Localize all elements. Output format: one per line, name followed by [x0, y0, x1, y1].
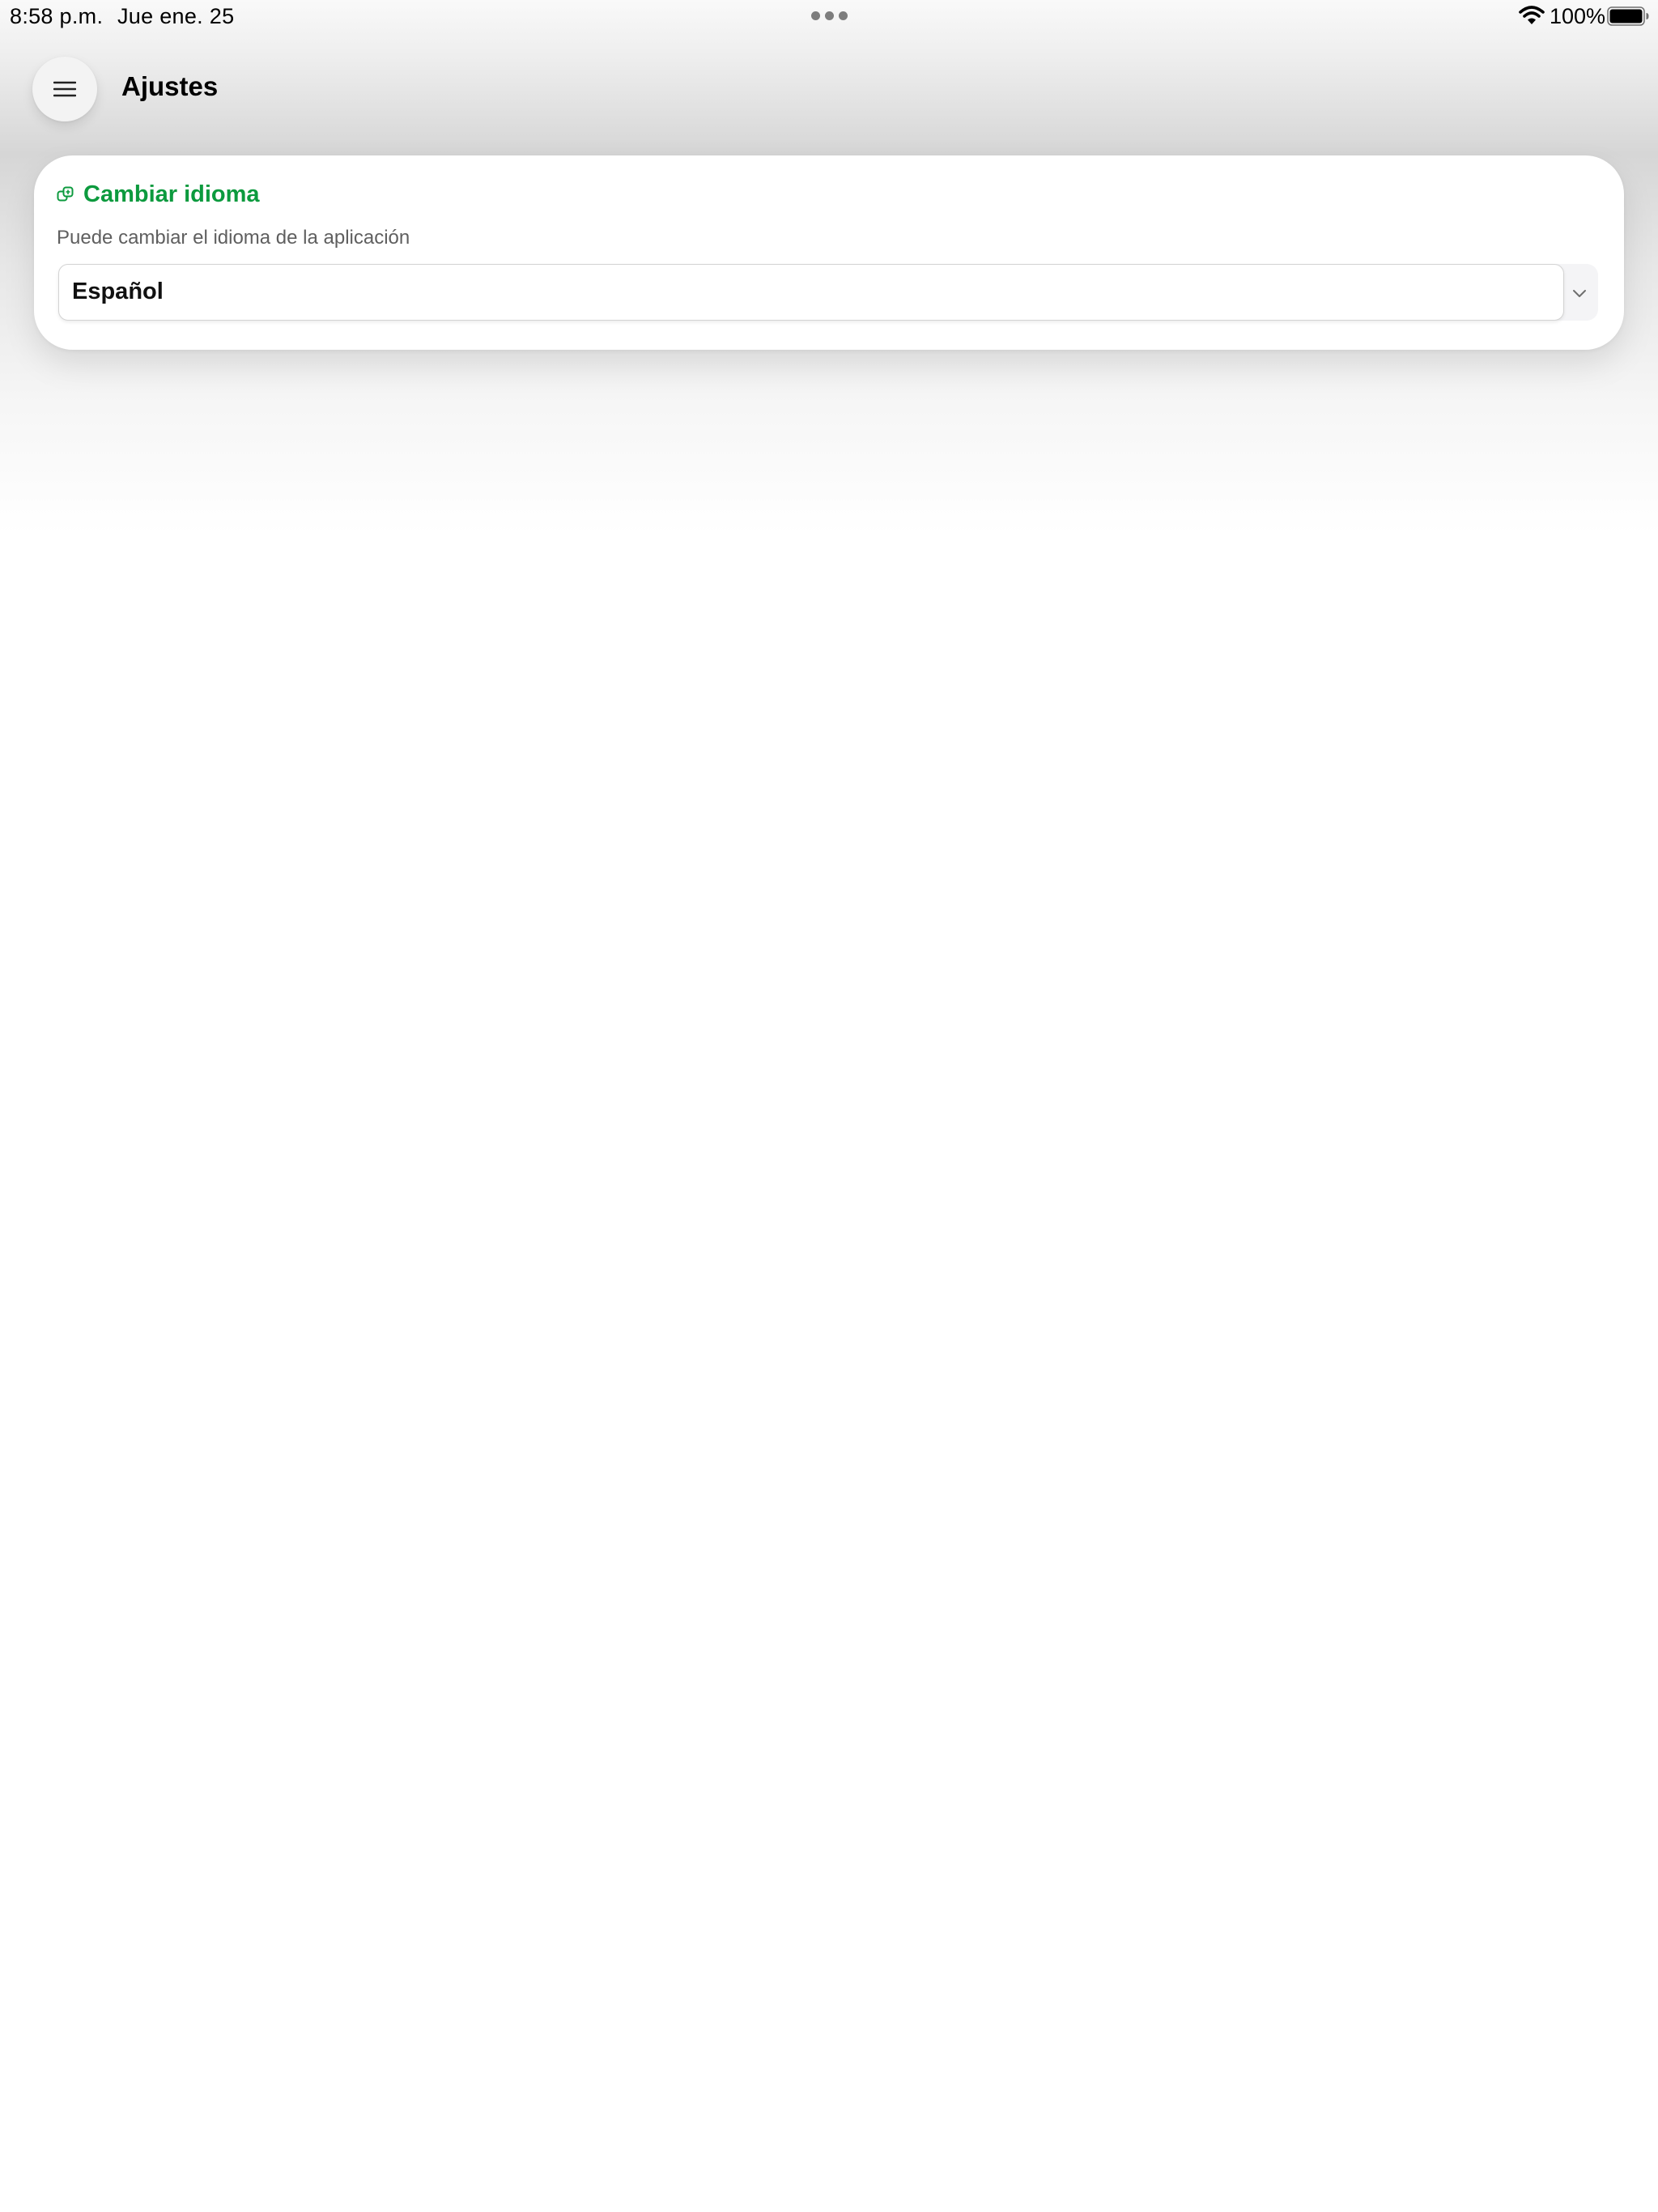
- battery-icon: [1607, 6, 1649, 26]
- menu-icon: [53, 81, 76, 97]
- card-title: Cambiar idioma: [83, 181, 260, 207]
- wifi-icon: [1519, 6, 1545, 24]
- battery-percentage: 100%: [1550, 4, 1606, 28]
- page-title: Ajustes: [121, 71, 219, 101]
- multitasking-dots-icon[interactable]: [811, 11, 848, 21]
- menu-button[interactable]: [32, 57, 97, 121]
- status-time: 8:58 p.m.: [10, 4, 104, 28]
- language-select[interactable]: Español: [58, 264, 1598, 321]
- status-date: Jue ene. 25: [117, 4, 235, 28]
- language-icon: [57, 186, 74, 201]
- language-card: Cambiar idioma Puede cambiar el idioma d…: [34, 155, 1624, 350]
- chevron-down-icon[interactable]: [1571, 284, 1588, 302]
- language-select-field[interactable]: Español: [58, 264, 1564, 321]
- status-bar: 8:58 p.m. Jue ene. 25 100%: [0, 0, 1658, 36]
- selected-language: Español: [72, 279, 164, 304]
- language-card-heading: Cambiar idioma: [57, 181, 260, 208]
- card-subtitle: Puede cambiar el idioma de la aplicación: [57, 227, 410, 249]
